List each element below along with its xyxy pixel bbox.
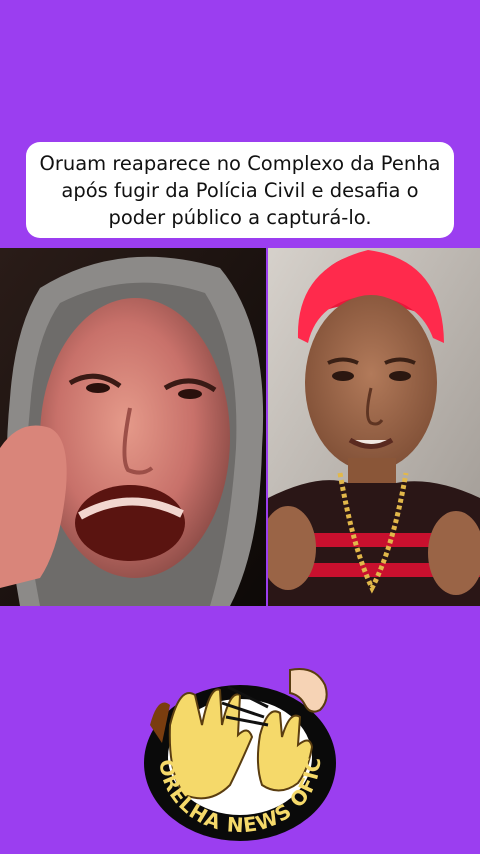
logo: NA ORELHA NEWS OFICIAL [131, 646, 340, 845]
left-photo [0, 248, 266, 606]
hands-whisper-logo: NA ORELHA NEWS OFICIAL [131, 646, 336, 841]
right-photo [268, 248, 480, 606]
headline-card: Oruam reaparece no Complexo da Penha apó… [26, 142, 454, 238]
headline-text: Oruam reaparece no Complexo da Penha apó… [39, 151, 441, 229]
person-red-hair-image [268, 248, 480, 606]
person-hooded-selfie-image [0, 248, 266, 606]
